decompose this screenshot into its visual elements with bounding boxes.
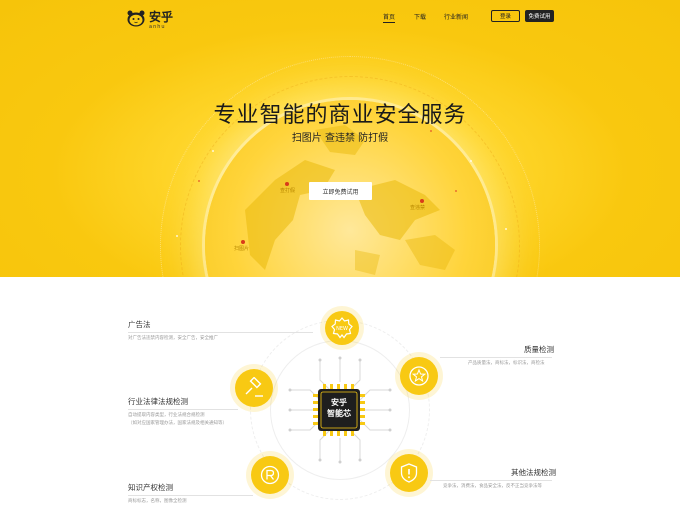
- nav-industry-news[interactable]: 行业新闻: [444, 12, 468, 21]
- brand-subname: anhu: [149, 24, 166, 30]
- login-button[interactable]: 登录: [491, 10, 520, 22]
- new-badge-text: NEW: [336, 326, 348, 332]
- sparkle: [505, 228, 507, 230]
- brand-name: 安乎: [149, 10, 174, 24]
- divider: [440, 357, 552, 358]
- map-marker-icon: [285, 182, 289, 186]
- sparkle: [198, 180, 200, 182]
- feature-desc-ad-law: 对广告法违禁内容检测，安全广告，安全推广: [128, 336, 218, 341]
- hero-title: 专业智能的商业安全服务: [213, 103, 467, 128]
- nav-home[interactable]: 首页: [383, 12, 396, 23]
- sparkle: [176, 235, 178, 237]
- feature-desc-other-law: 竞争法，消费法，食品安全法，反不正当竞争法等: [443, 484, 542, 489]
- hero-cta-button[interactable]: 立即免费试用: [309, 182, 372, 200]
- feature-desc-ip: 商标标志，名称，图像全检测: [128, 499, 187, 504]
- new-badge-icon: NEW: [325, 311, 359, 345]
- feature-title-industry-law: 行业法律法规检测: [128, 397, 188, 406]
- brand-logo[interactable]: 安乎 anhu: [126, 6, 173, 30]
- map-label: 扫图片: [234, 246, 250, 252]
- feature-desc-quality: 产品质量法，商标法，标识法，商检法: [468, 361, 545, 366]
- free-trial-button[interactable]: 免费试用: [525, 10, 554, 22]
- map-marker-icon: [241, 240, 245, 244]
- hero-subtitle: 扫图片 查违禁 防打假: [291, 133, 389, 144]
- tiger-logo-icon: [127, 10, 145, 26]
- divider: [128, 332, 313, 333]
- chip-label-line1: 安乎: [331, 398, 347, 407]
- divider: [430, 480, 552, 481]
- map-label: 查打假: [280, 188, 296, 194]
- feature-title-ip: 知识产权检测: [128, 483, 173, 492]
- ai-chip-icon: 安乎 智能芯: [311, 382, 367, 438]
- map-label: 查违禁: [410, 205, 426, 211]
- sparkle: [455, 190, 457, 192]
- feature-title-ad-law: 广告法: [128, 320, 151, 329]
- quality-star-icon: [400, 357, 438, 395]
- feature-desc-industry-law: 自动提取内容类型，行业法规合规检测 （如对应国家管理办法，国家法规及相关通知等）: [128, 412, 227, 428]
- divider: [128, 409, 238, 410]
- gavel-icon: [235, 369, 273, 407]
- feature-desc-line: （如对应国家管理办法，国家法规及相关通知等）: [128, 421, 227, 426]
- registered-trademark-icon: [251, 456, 289, 494]
- map-marker-icon: [420, 199, 424, 203]
- feature-desc-line: 自动提取内容类型，行业法规合规检测: [128, 413, 205, 418]
- sparkle: [470, 160, 472, 162]
- feature-title-other-law: 其他法规检测: [511, 468, 556, 477]
- divider: [128, 495, 253, 496]
- chip-label-line2: 智能芯: [327, 409, 351, 418]
- top-nav: 安乎 anhu 首页 下载 行业新闻 登录 免费试用: [0, 0, 680, 32]
- hero-banner: 查打假 查违禁 扫图片 安乎 anhu 首页 下载 行业新闻 登录 免费试用 专: [0, 0, 680, 277]
- sparkle: [212, 150, 214, 152]
- warning-shield-icon: [390, 454, 428, 492]
- feature-title-quality: 质量检测: [524, 345, 554, 354]
- nav-download[interactable]: 下载: [414, 12, 426, 21]
